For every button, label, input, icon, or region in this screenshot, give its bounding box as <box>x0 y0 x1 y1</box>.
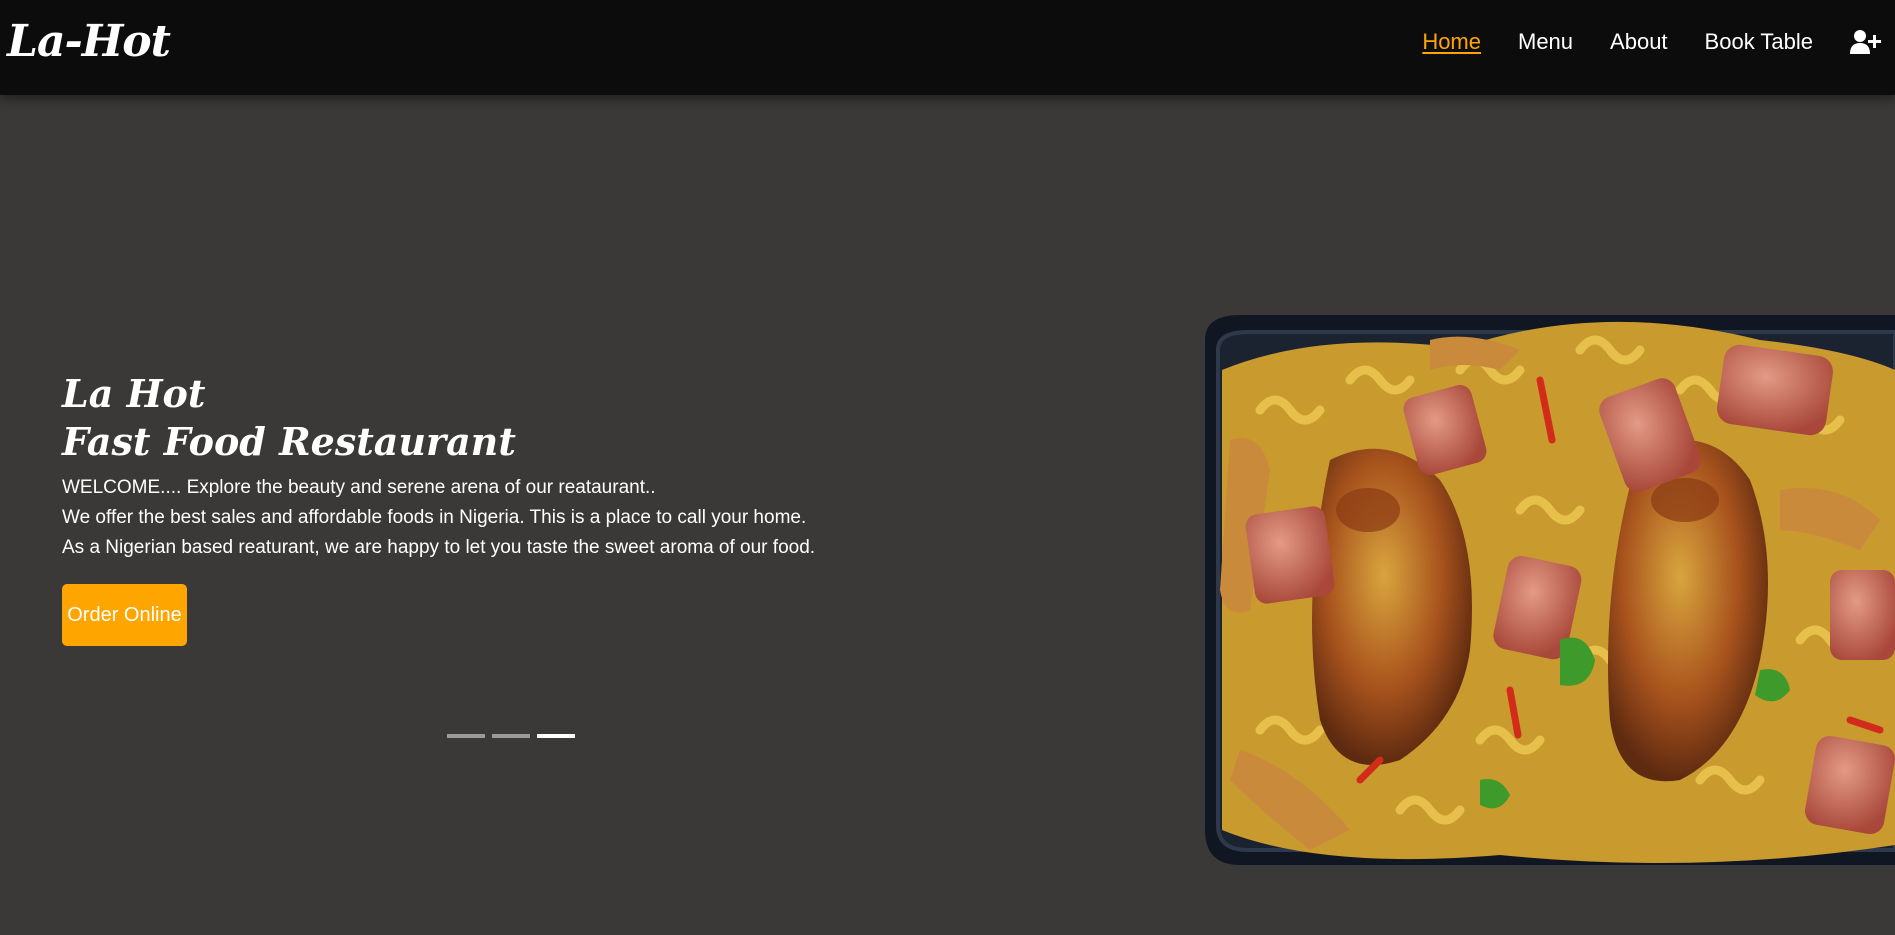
hero-text-line-3: As a Nigerian based reaturant, we are ha… <box>62 537 816 558</box>
user-plus-icon[interactable] <box>1850 29 1881 55</box>
hero-text-line-2: We offer the best sales and affordable f… <box>62 507 807 528</box>
hero-title-line-2: Fast Food Restaurant <box>62 419 516 464</box>
nav-link-book-table[interactable]: Book Table <box>1705 24 1813 60</box>
hero-text-line-1: WELCOME.... Explore the beauty and seren… <box>62 477 656 498</box>
brand-logo[interactable]: La-Hot <box>7 14 171 70</box>
carousel-indicator-1[interactable] <box>447 734 485 738</box>
main-nav: Home Menu About Book Table <box>1385 24 1895 60</box>
top-navbar: La-Hot Home Menu About Book Table <box>0 0 1895 95</box>
nav-link-home[interactable]: Home <box>1422 24 1481 60</box>
hero-title: La Hot Fast Food Restaurant <box>62 370 516 466</box>
nav-link-menu[interactable]: Menu <box>1518 24 1573 60</box>
hero-title-line-1: La Hot <box>62 371 206 416</box>
carousel-indicator-3[interactable] <box>537 734 575 738</box>
hero-food-image <box>1200 310 1895 870</box>
carousel-indicators <box>447 734 582 738</box>
hero-description: WELCOME.... Explore the beauty and seren… <box>62 473 815 563</box>
nav-link-about[interactable]: About <box>1610 24 1668 60</box>
carousel-indicator-2[interactable] <box>492 734 530 738</box>
order-online-button[interactable]: Order Online <box>62 584 187 646</box>
